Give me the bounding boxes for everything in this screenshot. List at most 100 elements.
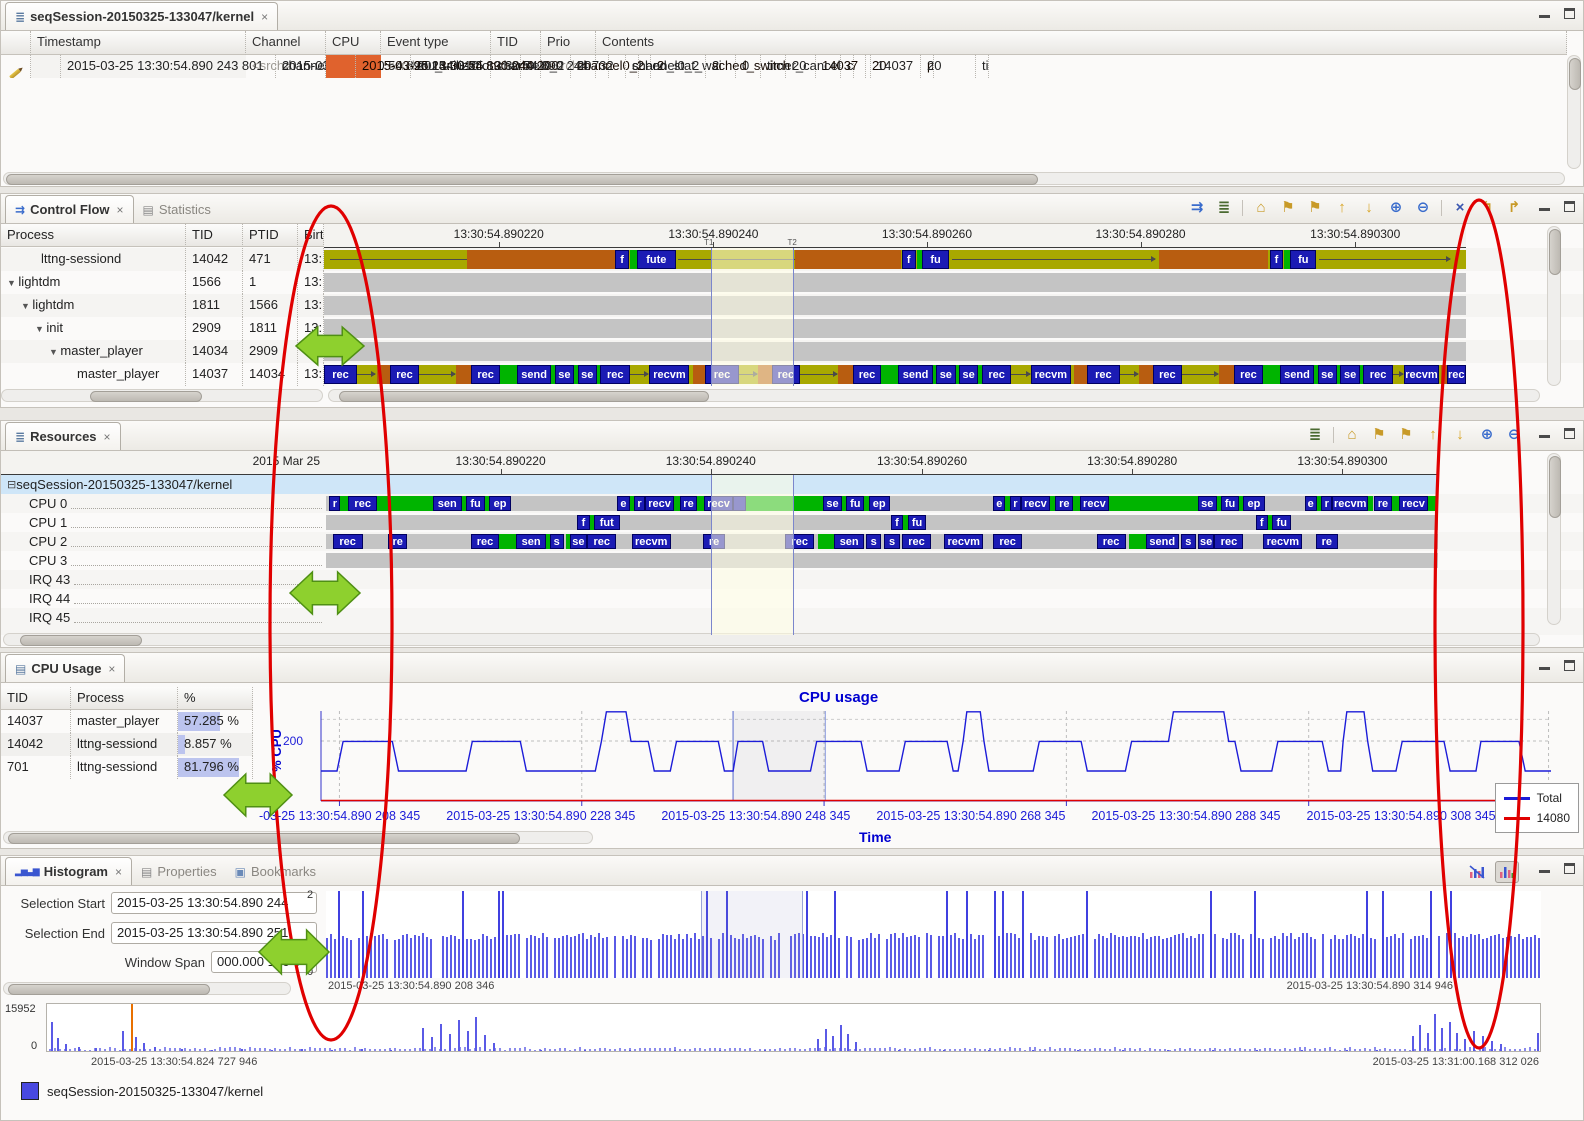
resources-vscrollbar[interactable] bbox=[1547, 453, 1561, 625]
zoom-in-icon[interactable]: ⊕ bbox=[1478, 426, 1496, 444]
table-row[interactable]: 14042lttng-sessiond8.857 % bbox=[1, 733, 253, 756]
minimize-button[interactable] bbox=[1539, 201, 1550, 211]
expander-icon[interactable]: ▼ bbox=[7, 278, 18, 288]
table-row[interactable]: 14037master_player57.285 % bbox=[1, 710, 253, 733]
tab-control-flow[interactable]: ⇉ Control Flow × bbox=[5, 195, 134, 223]
selection-start-input[interactable]: 2015-03-25 13:30:54.890 244 bbox=[111, 892, 317, 914]
column-header-event-type[interactable]: Event type bbox=[381, 31, 491, 55]
reset-time-icon[interactable]: ⌂ bbox=[1252, 199, 1270, 217]
histogram-hscrollbar[interactable] bbox=[3, 982, 291, 995]
cf-timeline-hscrollbar[interactable] bbox=[328, 389, 1540, 402]
selection-end-input[interactable]: 2015-03-25 13:30:54.890 251 bbox=[111, 922, 317, 944]
hide-lost-events-icon[interactable] bbox=[1465, 861, 1489, 883]
timeline-row[interactable] bbox=[326, 551, 1438, 570]
timeline-row[interactable]: ffuteffuffu bbox=[324, 248, 1466, 271]
tab-cpu-usage[interactable]: ▤ CPU Usage × bbox=[5, 654, 125, 682]
move-down-icon[interactable]: ↓ bbox=[1360, 199, 1378, 217]
collapse-icon[interactable]: ⊟ bbox=[7, 478, 16, 491]
close-icon[interactable]: × bbox=[104, 430, 111, 444]
column-header-%[interactable]: % bbox=[178, 687, 253, 710]
timeline-row[interactable] bbox=[326, 608, 1438, 627]
window-histogram[interactable] bbox=[326, 891, 1541, 978]
cpu-usage-chart[interactable]: CPU usage% CPU200-03-25 13:30:54.890 208… bbox=[259, 685, 1575, 845]
reset-time-icon[interactable]: ⌂ bbox=[1343, 426, 1361, 444]
show-traces-icon[interactable] bbox=[1495, 861, 1519, 883]
previous-marker-icon[interactable]: ⚑ bbox=[1370, 426, 1388, 444]
follow-prev-icon[interactable]: ↰ bbox=[1478, 199, 1496, 217]
minimize-button[interactable] bbox=[1539, 8, 1550, 18]
window-span-input[interactable]: 000.000 106 6 bbox=[211, 951, 317, 973]
search-row[interactable]: <srch><srch><srch><srch><srch><srch><src… bbox=[1, 55, 31, 78]
timeline-row[interactable] bbox=[324, 340, 1466, 363]
show-legend-icon[interactable]: ≣ bbox=[1306, 426, 1324, 444]
column-header-process[interactable]: Process bbox=[1, 224, 186, 247]
tab-properties[interactable]: ▤ Properties bbox=[132, 858, 226, 885]
timeline-row[interactable] bbox=[324, 271, 1466, 294]
minimize-button[interactable] bbox=[1539, 660, 1550, 670]
maximize-button[interactable] bbox=[1564, 201, 1575, 212]
events-hscrollbar[interactable] bbox=[3, 172, 1565, 185]
expander-icon[interactable]: ▼ bbox=[21, 301, 32, 311]
zoom-out-icon[interactable]: ⊖ bbox=[1414, 199, 1432, 217]
follow-next-icon[interactable]: ↱ bbox=[1505, 199, 1523, 217]
move-up-icon[interactable]: ↑ bbox=[1333, 199, 1351, 217]
table-row[interactable]: 2015-03-25 13:30:54.890 244 732channel0_… bbox=[381, 55, 491, 78]
column-header-tid[interactable]: TID bbox=[186, 224, 243, 247]
next-marker-icon[interactable]: ⚑ bbox=[1397, 426, 1415, 444]
hide-arrows-icon[interactable]: × bbox=[1451, 199, 1469, 217]
table-row[interactable]: 2015-03-25 13:30:54.890 244 200channel0_… bbox=[326, 55, 381, 78]
column-header-tid[interactable]: TID bbox=[491, 31, 541, 55]
move-down-icon[interactable]: ↓ bbox=[1451, 426, 1469, 444]
previous-marker-icon[interactable]: ⚑ bbox=[1279, 199, 1297, 217]
timeline-row[interactable] bbox=[326, 589, 1438, 608]
minimize-button[interactable] bbox=[1539, 428, 1550, 438]
column-header-process[interactable]: Process bbox=[71, 687, 178, 710]
timeline-time-axis[interactable]: 13:30:54.89022013:30:54.89024013:30:54.8… bbox=[324, 224, 1466, 248]
column-header-tid[interactable]: TID bbox=[1, 687, 71, 710]
close-icon[interactable]: × bbox=[115, 865, 122, 879]
next-marker-icon[interactable]: ⚑ bbox=[1306, 199, 1324, 217]
show-legend-icon[interactable]: ≣ bbox=[1215, 199, 1233, 217]
timeline-row[interactable] bbox=[324, 317, 1466, 340]
timeline-row[interactable]: ffutffuffu bbox=[326, 513, 1438, 532]
tab-resources[interactable]: ≣ Resources × bbox=[5, 422, 121, 450]
minimize-button[interactable] bbox=[1539, 863, 1550, 873]
close-icon[interactable]: × bbox=[261, 10, 268, 24]
maximize-button[interactable] bbox=[1564, 863, 1575, 874]
tab-statistics[interactable]: ▤ Statistics bbox=[134, 196, 220, 223]
expander-icon[interactable]: ▼ bbox=[35, 324, 46, 334]
column-header-timestamp[interactable]: Timestamp bbox=[31, 31, 246, 55]
column-header-prio[interactable]: Prio bbox=[541, 31, 596, 55]
maximize-button[interactable] bbox=[1564, 8, 1575, 19]
column-header-birt[interactable]: Birt bbox=[298, 224, 324, 247]
column-header-ptid[interactable]: PTID bbox=[243, 224, 298, 247]
table-row[interactable]: 2015-03-25 13:30:54.890 244 010channel0_… bbox=[246, 55, 326, 78]
timeline-time-axis[interactable]: 13:30:54.89022013:30:54.89024013:30:54.8… bbox=[326, 451, 1438, 475]
full-range-histogram[interactable] bbox=[46, 1003, 1541, 1052]
timeline-row[interactable]: recrerecsensserecrecvmrerecsenssrecrecvm… bbox=[326, 532, 1438, 551]
timeline-row[interactable] bbox=[326, 570, 1438, 589]
close-icon[interactable]: × bbox=[117, 203, 124, 217]
table-row[interactable]: 2015-03-25 13:30:54.890 243 801channel0_… bbox=[31, 55, 246, 78]
tab-events[interactable]: ≣ seqSession-20150325-133047/kernel × bbox=[5, 2, 278, 30]
column-header-contents[interactable]: Contents bbox=[596, 31, 1567, 55]
tab-histogram[interactable]: ▂▅▃▆ Histogram × bbox=[5, 857, 132, 885]
tab-bookmarks[interactable]: ▣ Bookmarks bbox=[226, 858, 325, 885]
table-row[interactable]: 701lttng-sessiond81.796 % bbox=[1, 756, 253, 779]
zoom-in-icon[interactable]: ⊕ bbox=[1387, 199, 1405, 217]
cf-tree-hscrollbar[interactable] bbox=[1, 389, 323, 402]
column-header[interactable] bbox=[1, 31, 31, 55]
close-icon[interactable]: × bbox=[108, 662, 115, 676]
events-vscrollbar[interactable] bbox=[1567, 55, 1581, 169]
maximize-button[interactable] bbox=[1564, 660, 1575, 671]
column-header-channel[interactable]: Channel bbox=[246, 31, 326, 55]
cf-vscrollbar[interactable] bbox=[1547, 226, 1561, 386]
expander-icon[interactable]: ▼ bbox=[49, 347, 60, 357]
maximize-button[interactable] bbox=[1564, 428, 1575, 439]
timeline-row[interactable]: recrecrecsendseserecrecvmrecrecrecsendse… bbox=[324, 363, 1466, 386]
timeline-row[interactable] bbox=[324, 294, 1466, 317]
column-header-cpu[interactable]: CPU bbox=[326, 31, 381, 55]
zoom-out-icon[interactable]: ⊖ bbox=[1505, 426, 1523, 444]
align-views-icon[interactable]: ⇉ bbox=[1188, 199, 1206, 217]
move-up-icon[interactable]: ↑ bbox=[1424, 426, 1442, 444]
